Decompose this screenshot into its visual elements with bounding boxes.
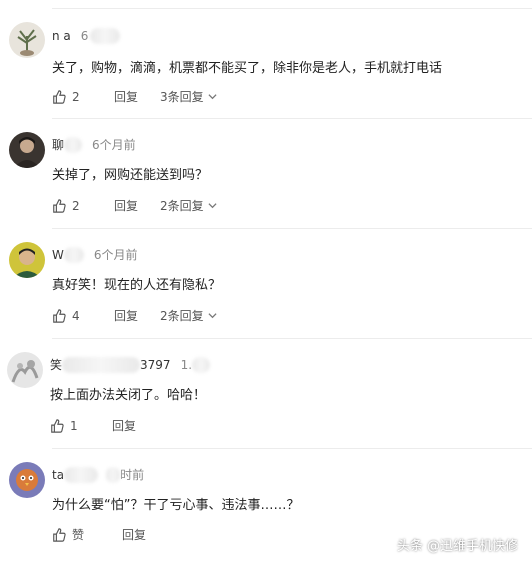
comment-actions: 2 回复 3条回复 bbox=[52, 88, 217, 105]
reply-button[interactable]: 回复 bbox=[114, 88, 160, 105]
username[interactable]: 笑 bbox=[50, 356, 62, 373]
timestamp: 1. bbox=[180, 357, 193, 372]
comment-actions: 4 回复 2条回复 bbox=[52, 307, 217, 324]
view-replies-button[interactable]: 2条回复 bbox=[160, 307, 217, 324]
like-count: 4 bbox=[72, 308, 80, 323]
avatar[interactable] bbox=[9, 242, 45, 278]
thumbs-up-icon bbox=[53, 527, 66, 542]
username[interactable]: ta bbox=[52, 468, 64, 482]
redacted-area bbox=[64, 466, 99, 483]
watermark: 头条 @迅维手机快修 bbox=[396, 539, 518, 554]
thumbs-up-icon bbox=[51, 418, 64, 433]
comment-actions: 1 回复 bbox=[50, 417, 158, 434]
username[interactable]: n a bbox=[52, 29, 71, 43]
view-replies-button[interactable]: 3条回复 bbox=[160, 88, 217, 105]
reply-button[interactable]: 回复 bbox=[122, 526, 168, 543]
chevron-down-icon bbox=[208, 203, 217, 209]
like-count: 2 bbox=[72, 198, 80, 213]
reply-button[interactable]: 回复 bbox=[114, 197, 160, 214]
username[interactable]: 聊 bbox=[52, 136, 64, 153]
comment-item: 笑 3797 1. 按上面办法关闭了。哈哈！ 1 回复 bbox=[0, 338, 532, 448]
timestamp: 时前 bbox=[120, 468, 145, 482]
like-count: 1 bbox=[70, 418, 78, 433]
comment-meta: 笑 3797 1. bbox=[50, 356, 211, 373]
comment-meta: 聊 6个月前 bbox=[52, 136, 136, 153]
divider bbox=[52, 118, 532, 119]
thumbs-up-icon bbox=[53, 308, 66, 323]
username[interactable]: W bbox=[52, 248, 64, 262]
comment-meta: n a 6 bbox=[52, 28, 121, 44]
replies-count: 2条回复 bbox=[160, 199, 204, 213]
comment-text: 关了，购物，滴滴，机票都不能买了，除非你是老人，手机就打电话 bbox=[52, 61, 443, 76]
comment-text: 真好笑！现在的人还有隐私？ bbox=[52, 278, 222, 293]
chevron-down-icon bbox=[208, 313, 217, 319]
divider bbox=[52, 338, 532, 339]
redacted-area bbox=[192, 356, 211, 373]
comment-text: 关掉了，网购还能送到吗？ bbox=[52, 168, 209, 183]
comment-item: 聊 6个月前 关掉了，网购还能送到吗？ 2 回复 2条回复 bbox=[0, 118, 532, 228]
comment-text: 按上面办法关闭了。哈哈！ bbox=[50, 388, 207, 403]
timestamp: 6 bbox=[80, 29, 89, 43]
comment-actions: 2 回复 2条回复 bbox=[52, 197, 217, 214]
thumbs-up-icon bbox=[53, 89, 66, 104]
comment-meta: ta 时前 bbox=[52, 466, 144, 483]
redacted-area bbox=[62, 356, 141, 373]
like-button[interactable]: 4 bbox=[52, 309, 114, 323]
username-suffix: 3797 bbox=[140, 357, 171, 372]
replies-count: 2条回复 bbox=[160, 309, 204, 323]
like-label: 赞 bbox=[72, 528, 85, 542]
comment-text: 为什么要“怕”？干了亏心事、违法事……？ bbox=[52, 498, 300, 513]
divider bbox=[52, 228, 532, 229]
comment-item: W 6个月前 真好笑！现在的人还有隐私？ 4 回复 2条回复 bbox=[0, 228, 532, 338]
redacted-area bbox=[90, 28, 121, 44]
divider bbox=[52, 8, 532, 9]
view-replies-button[interactable]: 2条回复 bbox=[160, 197, 217, 214]
thumbs-up-icon bbox=[53, 198, 66, 213]
timestamp: 6个月前 bbox=[93, 248, 138, 262]
comment-actions: 赞 回复 bbox=[52, 526, 168, 543]
comment-item: n a 6 关了，购物，滴滴，机票都不能买了，除非你是老人，手机就打电话 2 回… bbox=[0, 0, 532, 118]
redacted-area bbox=[106, 466, 121, 483]
reply-button[interactable]: 回复 bbox=[114, 307, 160, 324]
reply-button[interactable]: 回复 bbox=[112, 417, 158, 434]
timestamp: 6个月前 bbox=[92, 138, 136, 152]
redacted-area bbox=[63, 246, 84, 263]
avatar[interactable] bbox=[9, 132, 45, 168]
avatar[interactable] bbox=[7, 352, 43, 388]
comment-meta: W 6个月前 bbox=[52, 246, 138, 263]
like-button[interactable]: 2 bbox=[52, 90, 114, 104]
chevron-down-icon bbox=[208, 94, 217, 100]
like-button[interactable]: 赞 bbox=[52, 526, 122, 543]
avatar[interactable] bbox=[9, 462, 45, 498]
like-button[interactable]: 1 bbox=[50, 419, 112, 433]
replies-count: 3条回复 bbox=[160, 90, 204, 104]
like-button[interactable]: 2 bbox=[52, 199, 114, 213]
redacted-area bbox=[64, 136, 83, 153]
avatar[interactable] bbox=[9, 22, 45, 58]
divider bbox=[52, 448, 532, 449]
like-count: 2 bbox=[72, 89, 80, 104]
